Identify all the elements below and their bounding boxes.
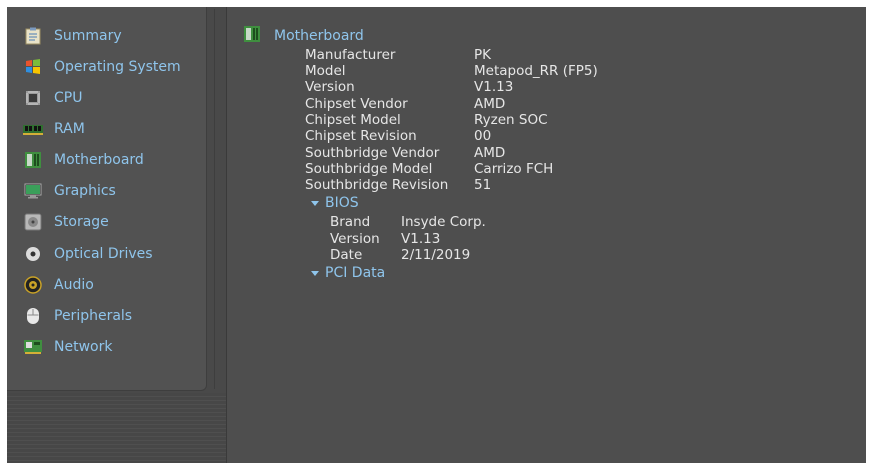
property-key: Manufacturer (305, 47, 396, 63)
sidebar-item-peripherals[interactable]: Peripherals (23, 305, 132, 327)
property-key: Brand (330, 214, 371, 230)
bios-group-toggle[interactable]: BIOS (311, 195, 359, 211)
property-key: Model (305, 63, 346, 79)
page-title: Motherboard (274, 28, 364, 44)
property-value: Metapod_RR (FP5) (474, 63, 598, 79)
property-value: AMD (474, 96, 506, 112)
caret-down-icon (311, 201, 319, 206)
property-value: PK (474, 47, 491, 63)
sidebar-item-cpu[interactable]: CPU (23, 87, 82, 109)
main-panel: Motherboard Manufacturer PK Model Metapo… (227, 7, 866, 463)
property-value: Carrizo FCH (474, 161, 554, 177)
sidebar-item-label: Audio (54, 277, 94, 293)
motherboard-icon (243, 25, 261, 47)
sidebar-item-label: CPU (54, 90, 83, 106)
sidebar-item-label: RAM (54, 121, 85, 137)
sidebar-item-network[interactable]: Network (23, 336, 112, 358)
property-value: V1.13 (474, 79, 514, 95)
property-key: Southbridge Revision (305, 177, 449, 193)
sidebar-item-summary[interactable]: Summary (23, 25, 122, 47)
sidebar-item-audio[interactable]: Audio (23, 274, 94, 296)
sidebar-item-motherboard[interactable]: Motherboard (23, 149, 144, 171)
property-key: Southbridge Model (305, 161, 433, 177)
sidebar-item-storage[interactable]: Storage (23, 211, 109, 233)
property-value: Ryzen SOC (474, 112, 548, 128)
sidebar-footer (7, 393, 226, 463)
sidebar-item-optical-drives[interactable]: Optical Drives (23, 243, 153, 265)
property-key: Southbridge Vendor (305, 145, 440, 161)
property-value: AMD (474, 145, 506, 161)
sidebar-item-label: Operating System (54, 59, 181, 75)
property-value: 2/11/2019 (401, 247, 471, 263)
property-key: Date (330, 247, 363, 263)
property-value: 00 (474, 128, 492, 144)
bios-group-label: BIOS (325, 195, 359, 211)
motherboard-icon (23, 150, 43, 170)
sidebar-item-operating-system[interactable]: Operating System (23, 56, 181, 78)
sidebar-item-label: Optical Drives (54, 246, 153, 262)
ram-icon (23, 119, 43, 139)
sidebar-item-graphics[interactable]: Graphics (23, 180, 116, 202)
property-value: 51 (474, 177, 492, 193)
property-key: Chipset Model (305, 112, 401, 128)
caret-down-icon (311, 271, 319, 276)
sidebar-item-ram[interactable]: RAM (23, 118, 85, 140)
pci-data-group-label: PCI Data (325, 265, 386, 281)
clipboard-icon (23, 26, 43, 46)
windows-logo-icon (23, 57, 43, 77)
sidebar: Summary Operating System CPU RAM Motherb… (7, 7, 227, 463)
sidebar-item-label: Storage (54, 214, 109, 230)
network-card-icon (23, 337, 43, 357)
monitor-icon (23, 181, 43, 201)
chip-icon (23, 88, 43, 108)
property-key: Chipset Revision (305, 128, 417, 144)
section-header: Motherboard (243, 25, 364, 47)
sidebar-item-label: Summary (54, 28, 122, 44)
hard-drive-icon (23, 212, 43, 232)
property-key: Chipset Vendor (305, 96, 408, 112)
sidebar-item-label: Graphics (54, 183, 116, 199)
sidebar-item-label: Network (54, 339, 113, 355)
sidebar-item-label: Peripherals (54, 308, 133, 324)
nav-panel: Summary Operating System CPU RAM Motherb… (7, 7, 215, 391)
property-key: Version (305, 79, 355, 95)
pci-data-group-toggle[interactable]: PCI Data (311, 265, 385, 281)
property-key: Version (330, 231, 380, 247)
mouse-icon (23, 306, 43, 326)
disc-icon (23, 244, 43, 264)
property-value: V1.13 (401, 231, 441, 247)
speaker-icon (23, 275, 43, 295)
app-window: Summary Operating System CPU RAM Motherb… (7, 7, 866, 463)
property-value: Insyde Corp. (401, 214, 486, 230)
sidebar-item-label: Motherboard (54, 152, 144, 168)
